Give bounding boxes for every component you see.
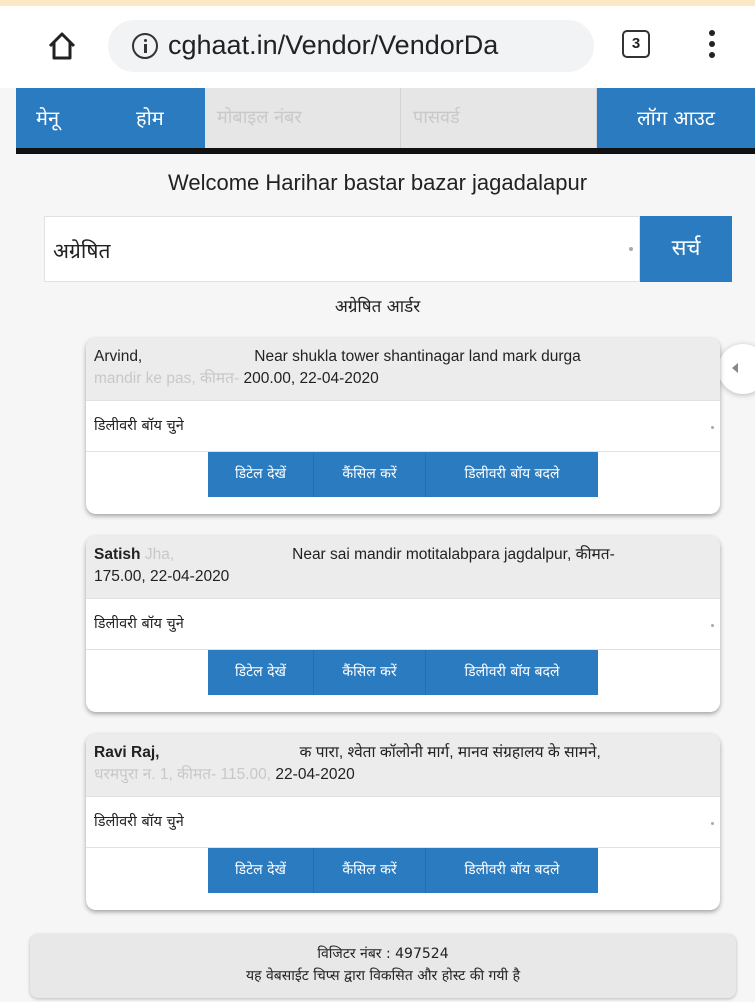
home-link[interactable]: होम (120, 88, 205, 148)
order-address: Satish Jha, Near sai mandir motitalabpara… (86, 536, 720, 598)
section-title: अग्रेषित आर्डर (334, 297, 421, 317)
logout-button[interactable]: लॉग आउट (597, 88, 755, 148)
side-panel-handle[interactable] (718, 344, 755, 394)
delivery-boy-select[interactable]: डिलीवरी बॉय चुने (86, 598, 720, 650)
status-strip (0, 0, 755, 6)
page-footer: विजिटर नंबर : 497524 यह वेबसाईट चिप्स द्… (30, 934, 736, 998)
order-status-select[interactable]: अग्रेषित (44, 216, 640, 282)
delivery-boy-label: डिलीवरी बॉय चुने (94, 616, 184, 632)
search-button[interactable]: सर्च (640, 216, 732, 282)
dropdown-icon (711, 624, 714, 627)
tabs-count-icon[interactable]: 3 (622, 30, 650, 58)
order-address: Arvind, Near shukla tower shantinagar lan… (86, 338, 720, 400)
delivery-boy-label: डिलीवरी बॉय चुने (94, 418, 184, 434)
footer-credit: यह वेबसाईट चिप्स द्वारा विकसित और होस्ट … (245, 968, 521, 984)
cancel-order-button[interactable]: कैंसिल करें (314, 848, 426, 893)
dropdown-icon (711, 426, 714, 429)
view-details-button[interactable]: डिटेल देखें (208, 452, 314, 497)
menu-button[interactable]: मेनू (16, 88, 120, 148)
kebab-menu-icon[interactable] (708, 30, 716, 60)
change-delivery-boy-button[interactable]: डिलीवरी बॉय बदले (426, 452, 598, 497)
view-details-button[interactable]: डिटेल देखें (208, 848, 314, 893)
order-card: Arvind, Near shukla tower shantinagar lan… (86, 338, 720, 514)
url-text[interactable]: cghaat.in/Vendor/VendorDa (168, 30, 584, 61)
site-navbar: मेनू होम मोबाइल नंबर पासवर्ड लॉग आउट (16, 88, 755, 154)
cancel-order-button[interactable]: कैंसिल करें (314, 452, 426, 497)
order-actions: डिटेल देखें कैंसिल करें डिलीवरी बॉय बदले (208, 848, 598, 893)
view-details-button[interactable]: डिटेल देखें (208, 650, 314, 695)
home-icon[interactable] (46, 30, 78, 62)
delivery-boy-select[interactable]: डिलीवरी बॉय चुने (86, 400, 720, 452)
browser-toolbar: cghaat.in/Vendor/VendorDa 3 (0, 0, 755, 88)
chevron-left-icon (732, 363, 738, 373)
mobile-number-input[interactable]: मोबाइल नंबर (205, 88, 401, 148)
order-actions: डिटेल देखें कैंसिल करें डिलीवरी बॉय बदले (208, 452, 598, 497)
address-bar[interactable]: cghaat.in/Vendor/VendorDa (108, 20, 594, 72)
delivery-boy-select[interactable]: डिलीवरी बॉय चुने (86, 796, 720, 848)
order-card: Satish Jha, Near sai mandir motitalabpara… (86, 536, 720, 712)
order-actions: डिटेल देखें कैंसिल करें डिलीवरी बॉय बदले (208, 650, 598, 695)
cancel-order-button[interactable]: कैंसिल करें (314, 650, 426, 695)
dropdown-icon (629, 247, 633, 251)
change-delivery-boy-button[interactable]: डिलीवरी बॉय बदले (426, 650, 598, 695)
order-status-value: अग्रेषित (53, 239, 111, 263)
info-icon[interactable] (132, 33, 158, 59)
welcome-text: Welcome Harihar bastar bazar jagadalapur (167, 170, 588, 195)
delivery-boy-label: डिलीवरी बॉय चुने (94, 814, 184, 830)
change-delivery-boy-button[interactable]: डिलीवरी बॉय बदले (426, 848, 598, 893)
visitor-counter: विजिटर नंबर : 497524 (317, 946, 449, 962)
password-input[interactable]: पासवर्ड (401, 88, 597, 148)
order-card: Ravi Raj, क पारा, श्वेता कॉलोनी मार्ग, मा… (86, 734, 720, 910)
order-address: Ravi Raj, क पारा, श्वेता कॉलोनी मार्ग, मा… (86, 734, 720, 796)
dropdown-icon (711, 822, 714, 825)
